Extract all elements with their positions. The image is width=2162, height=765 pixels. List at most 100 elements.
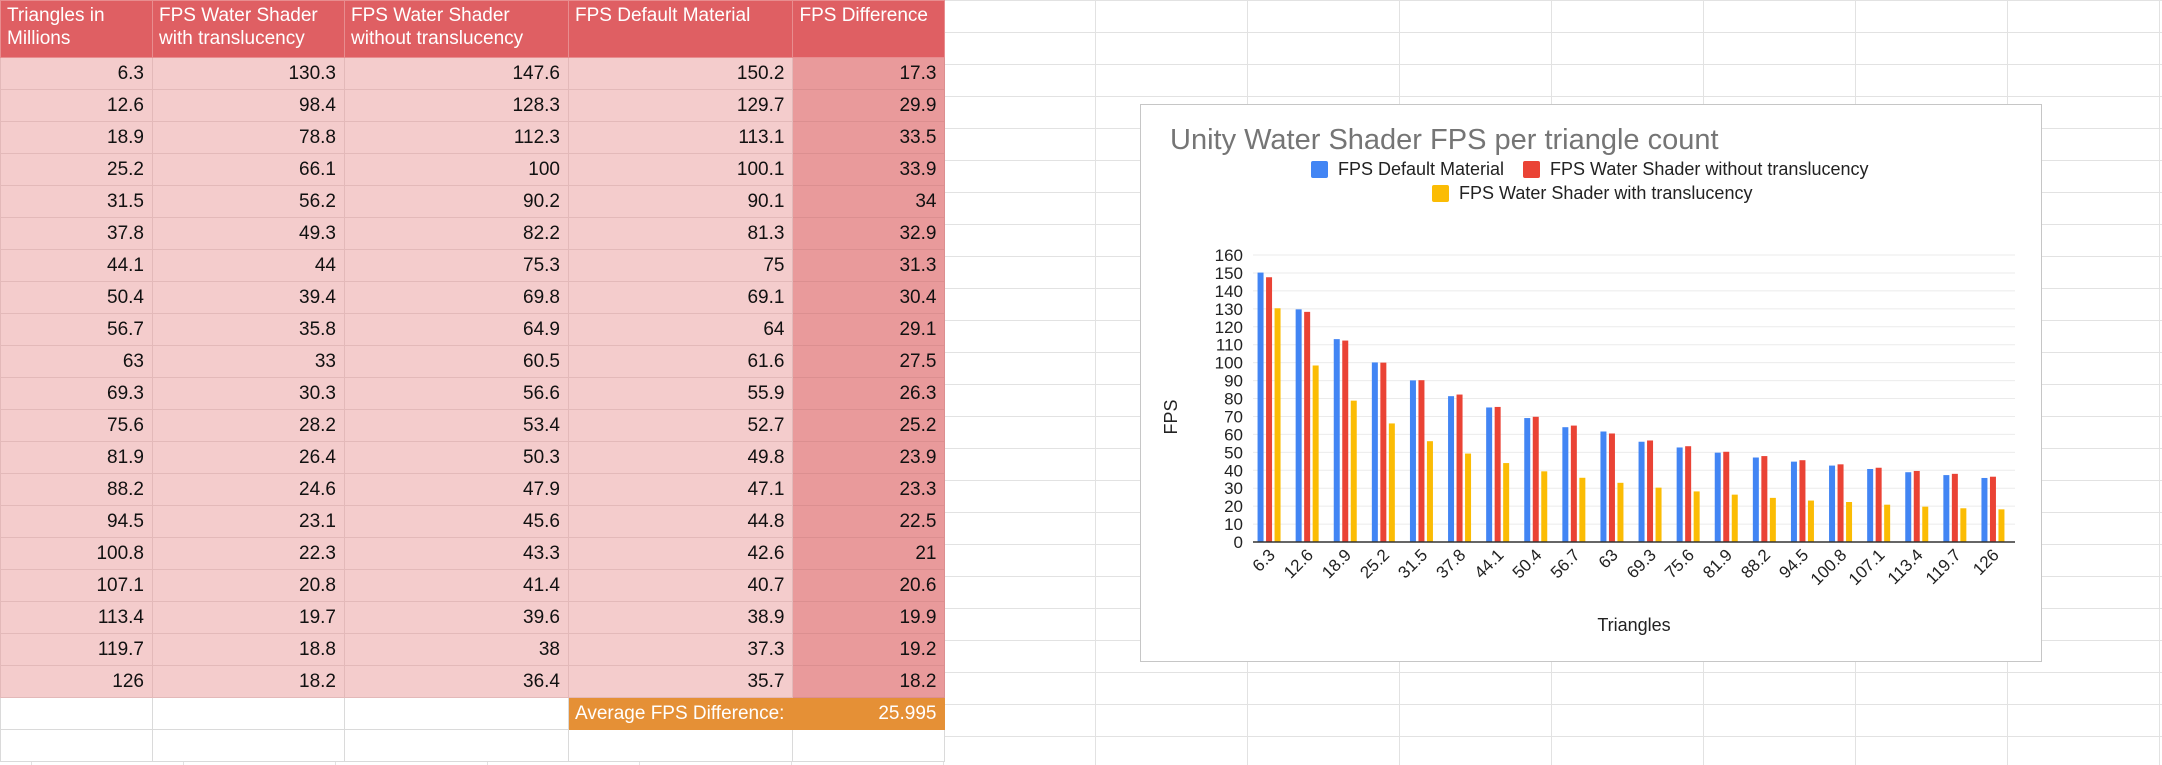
cell-fps-with-translucency[interactable]: 18.2 bbox=[152, 665, 345, 698]
cell-fps-difference[interactable]: 25.2 bbox=[792, 409, 946, 442]
cell-fps-without-translucency[interactable]: 47.9 bbox=[344, 473, 569, 506]
cell-fps-with-translucency[interactable]: 44 bbox=[152, 249, 345, 282]
cell-fps-without-translucency[interactable]: 128.3 bbox=[344, 89, 569, 122]
cell-fps-default[interactable]: 47.1 bbox=[567, 473, 794, 506]
cell-triangles[interactable]: 44.1 bbox=[0, 249, 153, 282]
cell-fps-without-translucency[interactable]: 53.4 bbox=[344, 409, 569, 442]
fps-chart[interactable]: Unity Water Shader FPS per triangle coun… bbox=[1140, 104, 2042, 662]
cell-fps-without-translucency[interactable]: 38 bbox=[344, 633, 569, 666]
cell-fps-without-translucency[interactable]: 45.6 bbox=[344, 505, 569, 538]
cell-fps-default[interactable]: 44.8 bbox=[567, 505, 794, 538]
cell-fps-default[interactable]: 64 bbox=[567, 313, 794, 346]
cell-fps-with-translucency[interactable]: 26.4 bbox=[152, 441, 345, 474]
cell-fps-with-translucency[interactable]: 78.8 bbox=[152, 121, 345, 154]
cell-fps-with-translucency[interactable]: 20.8 bbox=[152, 569, 345, 602]
cell-triangles[interactable]: 56.7 bbox=[0, 313, 153, 346]
cell-fps-without-translucency[interactable]: 100 bbox=[344, 153, 569, 186]
cell-fps-without-translucency[interactable]: 82.2 bbox=[344, 217, 569, 250]
empty-cell[interactable] bbox=[344, 729, 569, 762]
cell-fps-without-translucency[interactable]: 41.4 bbox=[344, 569, 569, 602]
cell-fps-difference[interactable]: 19.2 bbox=[792, 633, 946, 666]
cell-fps-default[interactable]: 37.3 bbox=[567, 633, 794, 666]
cell-fps-without-translucency[interactable]: 50.3 bbox=[344, 441, 569, 474]
cell-fps-difference[interactable]: 32.9 bbox=[792, 217, 946, 250]
empty-cell[interactable] bbox=[152, 697, 345, 730]
cell-fps-without-translucency[interactable]: 39.6 bbox=[344, 601, 569, 634]
cell-fps-default[interactable]: 35.7 bbox=[567, 665, 794, 698]
cell-fps-default[interactable]: 49.8 bbox=[567, 441, 794, 474]
cell-fps-default[interactable]: 38.9 bbox=[567, 601, 794, 634]
cell-triangles[interactable]: 31.5 bbox=[0, 185, 153, 218]
cell-triangles[interactable]: 50.4 bbox=[0, 281, 153, 314]
cell-fps-default[interactable]: 42.6 bbox=[567, 537, 794, 570]
cell-fps-without-translucency[interactable]: 56.6 bbox=[344, 377, 569, 410]
cell-fps-without-translucency[interactable]: 90.2 bbox=[344, 185, 569, 218]
cell-fps-without-translucency[interactable]: 36.4 bbox=[344, 665, 569, 698]
cell-fps-difference[interactable]: 20.6 bbox=[792, 569, 946, 602]
header-triangles[interactable]: Triangles in Millions bbox=[0, 0, 153, 58]
cell-fps-without-translucency[interactable]: 75.3 bbox=[344, 249, 569, 282]
cell-fps-with-translucency[interactable]: 56.2 bbox=[152, 185, 345, 218]
cell-fps-with-translucency[interactable]: 98.4 bbox=[152, 89, 345, 122]
cell-fps-default[interactable]: 81.3 bbox=[567, 217, 794, 250]
cell-triangles[interactable]: 107.1 bbox=[0, 569, 153, 602]
cell-triangles[interactable]: 12.6 bbox=[0, 89, 153, 122]
cell-fps-with-translucency[interactable]: 22.3 bbox=[152, 537, 345, 570]
cell-fps-with-translucency[interactable]: 35.8 bbox=[152, 313, 345, 346]
header-fps-without-translucency[interactable]: FPS Water Shader without translucency bbox=[344, 0, 569, 58]
cell-fps-with-translucency[interactable]: 24.6 bbox=[152, 473, 345, 506]
cell-fps-with-translucency[interactable]: 30.3 bbox=[152, 377, 345, 410]
cell-triangles[interactable]: 63 bbox=[0, 345, 153, 378]
cell-fps-difference[interactable]: 21 bbox=[792, 537, 946, 570]
cell-fps-without-translucency[interactable]: 64.9 bbox=[344, 313, 569, 346]
cell-fps-difference[interactable]: 17.3 bbox=[792, 57, 946, 90]
empty-cell[interactable] bbox=[567, 729, 794, 762]
average-difference-value[interactable]: 25.995 bbox=[792, 697, 946, 730]
average-difference-label[interactable]: Average FPS Difference: bbox=[567, 697, 794, 730]
cell-fps-difference[interactable]: 34 bbox=[792, 185, 946, 218]
cell-fps-default[interactable]: 129.7 bbox=[567, 89, 794, 122]
cell-fps-default[interactable]: 69.1 bbox=[567, 281, 794, 314]
cell-triangles[interactable]: 88.2 bbox=[0, 473, 153, 506]
cell-triangles[interactable]: 119.7 bbox=[0, 633, 153, 666]
cell-fps-difference[interactable]: 29.1 bbox=[792, 313, 946, 346]
cell-fps-with-translucency[interactable]: 130.3 bbox=[152, 57, 345, 90]
header-fps-default[interactable]: FPS Default Material bbox=[567, 0, 794, 58]
cell-triangles[interactable]: 94.5 bbox=[0, 505, 153, 538]
empty-cell[interactable] bbox=[792, 729, 946, 762]
cell-fps-with-translucency[interactable]: 33 bbox=[152, 345, 345, 378]
cell-triangles[interactable]: 37.8 bbox=[0, 217, 153, 250]
cell-fps-difference[interactable]: 33.9 bbox=[792, 153, 946, 186]
cell-fps-difference[interactable]: 19.9 bbox=[792, 601, 946, 634]
cell-fps-with-translucency[interactable]: 23.1 bbox=[152, 505, 345, 538]
cell-fps-with-translucency[interactable]: 66.1 bbox=[152, 153, 345, 186]
cell-fps-without-translucency[interactable]: 147.6 bbox=[344, 57, 569, 90]
cell-fps-difference[interactable]: 31.3 bbox=[792, 249, 946, 282]
cell-fps-default[interactable]: 113.1 bbox=[567, 121, 794, 154]
cell-fps-with-translucency[interactable]: 18.8 bbox=[152, 633, 345, 666]
cell-fps-default[interactable]: 75 bbox=[567, 249, 794, 282]
cell-fps-default[interactable]: 150.2 bbox=[567, 57, 794, 90]
cell-fps-difference[interactable]: 23.9 bbox=[792, 441, 946, 474]
cell-triangles[interactable]: 69.3 bbox=[0, 377, 153, 410]
cell-fps-default[interactable]: 55.9 bbox=[567, 377, 794, 410]
header-fps-with-translucency[interactable]: FPS Water Shader with translucency bbox=[152, 0, 345, 58]
empty-cell[interactable] bbox=[0, 697, 153, 730]
header-fps-difference[interactable]: FPS Difference bbox=[792, 0, 946, 58]
cell-triangles[interactable]: 75.6 bbox=[0, 409, 153, 442]
cell-fps-without-translucency[interactable]: 69.8 bbox=[344, 281, 569, 314]
cell-fps-default[interactable]: 61.6 bbox=[567, 345, 794, 378]
cell-fps-difference[interactable]: 29.9 bbox=[792, 89, 946, 122]
cell-fps-with-translucency[interactable]: 19.7 bbox=[152, 601, 345, 634]
cell-triangles[interactable]: 25.2 bbox=[0, 153, 153, 186]
empty-cell[interactable] bbox=[344, 697, 569, 730]
empty-cell[interactable] bbox=[0, 729, 153, 762]
cell-triangles[interactable]: 18.9 bbox=[0, 121, 153, 154]
empty-cell[interactable] bbox=[152, 729, 345, 762]
cell-fps-without-translucency[interactable]: 112.3 bbox=[344, 121, 569, 154]
cell-fps-with-translucency[interactable]: 49.3 bbox=[152, 217, 345, 250]
cell-fps-difference[interactable]: 33.5 bbox=[792, 121, 946, 154]
cell-fps-with-translucency[interactable]: 28.2 bbox=[152, 409, 345, 442]
cell-fps-without-translucency[interactable]: 43.3 bbox=[344, 537, 569, 570]
cell-fps-without-translucency[interactable]: 60.5 bbox=[344, 345, 569, 378]
